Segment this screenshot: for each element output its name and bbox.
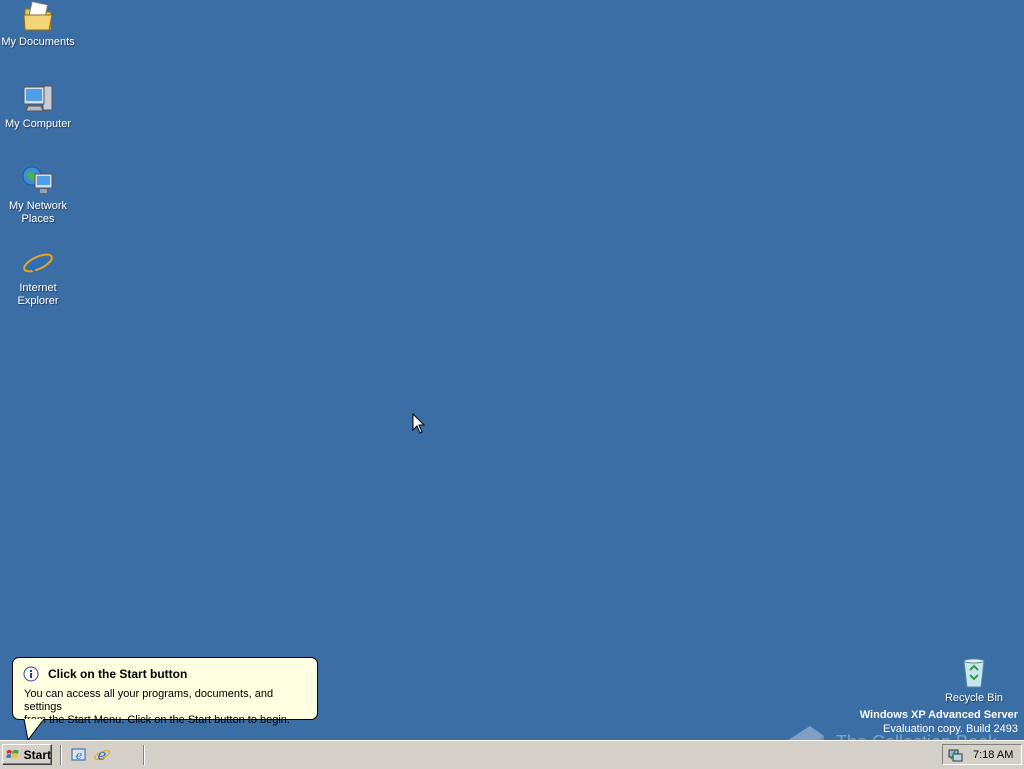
start-label: Start [23, 747, 51, 762]
internet-explorer-icon[interactable]: e [93, 746, 111, 764]
show-desktop-icon[interactable]: e [70, 746, 88, 764]
desktop-icon-label: Recycle Bin [944, 692, 1004, 704]
svg-text:e: e [98, 746, 107, 764]
version-title: Windows XP Advanced Server [859, 709, 1018, 721]
my-network-places-icon [22, 166, 53, 193]
desktop-icon-my-network-places[interactable]: My Network Places [0, 164, 76, 226]
svg-text:e: e [30, 249, 45, 279]
balloon-title: Click on the Start button [48, 667, 188, 681]
info-icon [23, 666, 39, 682]
my-computer-icon [23, 85, 53, 112]
start-button[interactable]: Start [2, 744, 52, 765]
desktop-icon-label: My Computer [4, 118, 72, 130]
version-watermark: Windows XP Advanced Server Evaluation co… [860, 708, 1018, 736]
desktop-icon-label: My Documents [1, 36, 75, 48]
taskbar-clock[interactable]: 7:18 AM [973, 749, 1013, 761]
network-connection-icon[interactable] [947, 747, 963, 763]
recycle-bin-icon [963, 658, 985, 688]
internet-explorer-icon: e [23, 249, 53, 279]
desktop-icon-my-documents[interactable]: My Documents [0, 0, 76, 49]
desktop-icon-my-computer[interactable]: My Computer [0, 82, 76, 131]
desktop-icon-recycle-bin[interactable]: Recycle Bin [936, 656, 1012, 705]
desktop-icon-label: Internet Explorer [17, 282, 59, 307]
system-tray: 7:18 AM [942, 744, 1022, 765]
desktop-icon-internet-explorer[interactable]: e Internet Explorer [0, 246, 76, 308]
my-documents-icon [23, 0, 53, 31]
version-subtitle: Evaluation copy. Build 2493 [883, 723, 1018, 735]
mouse-cursor-icon [412, 413, 426, 434]
desktop[interactable]: My Documents My Computer My Network Plac… [0, 0, 1024, 764]
svg-text:e: e [76, 749, 83, 762]
balloon-text: You can access all your programs, docume… [24, 688, 290, 726]
windows-logo-icon [6, 749, 19, 758]
taskbar-separator [143, 745, 145, 765]
taskbar-separator [60, 745, 62, 765]
balloon-tail [23, 719, 45, 741]
start-button-balloon-tip[interactable]: Click on the Start button You can access… [12, 657, 318, 726]
desktop-icon-label: My Network Places [8, 200, 68, 225]
taskbar: Start e e 7:18 AM [0, 740, 1024, 769]
